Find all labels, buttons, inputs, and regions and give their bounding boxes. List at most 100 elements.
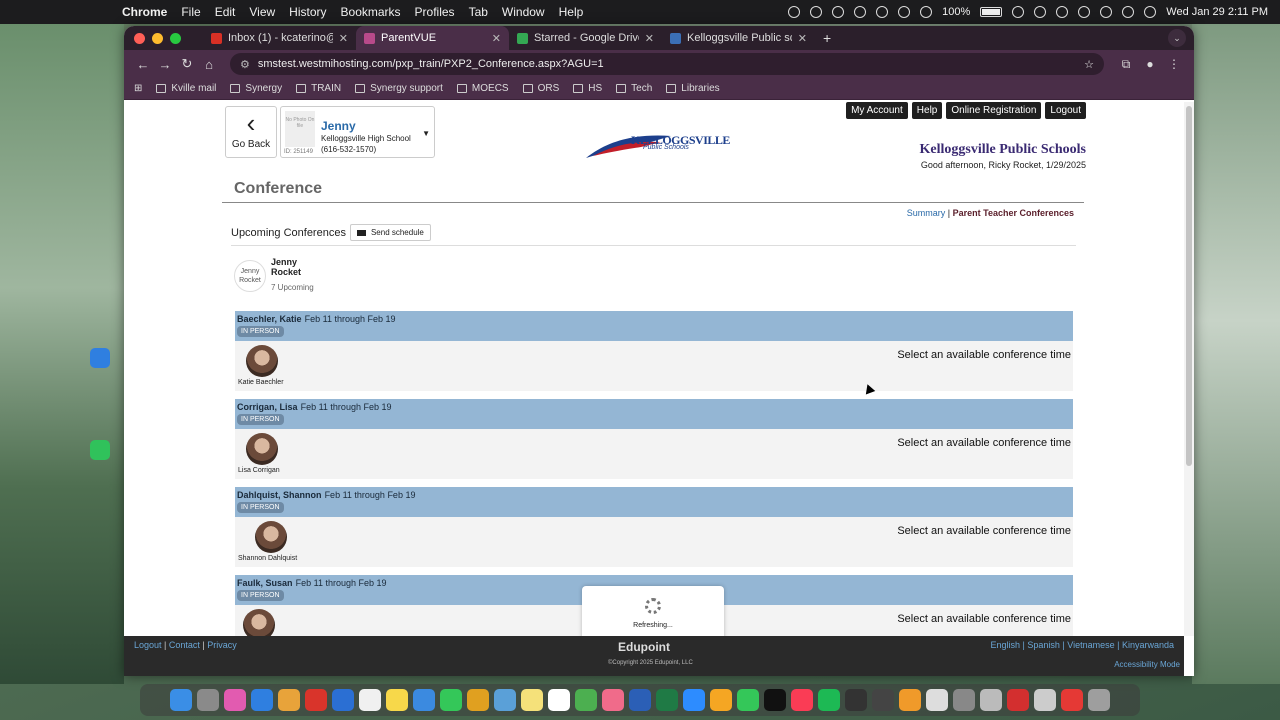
zoom-window-icon[interactable] [170,32,181,44]
menu-app-name[interactable]: Chrome [122,5,167,19]
home-icon[interactable]: ⌂ [198,57,220,72]
calendar-dock-icon[interactable] [359,689,381,711]
footer-privacy-link[interactable]: Privacy [207,640,237,650]
calendar-icon[interactable] [898,6,911,18]
record-icon[interactable] [788,6,801,18]
search-icon[interactable] [1100,6,1113,18]
launchpad-icon[interactable] [197,689,219,711]
caret-down-icon[interactable]: ▼ [422,129,430,138]
lang-kinyarwanda-link[interactable]: Kinyarwanda [1122,640,1174,650]
app-icon[interactable] [305,689,327,711]
app-icon[interactable] [467,689,489,711]
preview-icon[interactable] [1034,689,1056,711]
word-icon[interactable] [629,689,651,711]
reload-icon[interactable]: ↻ [176,56,198,72]
tab-kelloggsville[interactable]: Kelloggsville Public school - ✕ [662,26,815,50]
menu-bookmarks[interactable]: Bookmarks [341,5,401,19]
status-icon[interactable] [810,6,823,18]
my-account-button[interactable]: My Account [846,102,908,119]
user-icon[interactable] [1122,6,1135,18]
menu-profiles[interactable]: Profiles [415,5,455,19]
mail-dock-icon[interactable] [413,689,435,711]
menu-file[interactable]: File [181,5,200,19]
settings-icon[interactable] [953,689,975,711]
select-conference-time-link[interactable]: Select an available conference time [897,349,1071,361]
photos-icon[interactable] [602,689,624,711]
close-tab-icon[interactable]: ✕ [645,32,654,45]
app-icon[interactable] [926,689,948,711]
app-icon[interactable] [1061,689,1083,711]
bookmark-train[interactable]: TRAIN [296,83,341,94]
bookmark-folder-tech[interactable]: Tech [616,83,652,94]
profile-icon[interactable]: ● [1138,57,1162,71]
spotify-icon[interactable] [818,689,840,711]
mail-icon[interactable] [90,348,110,368]
footer-logout-link[interactable]: Logout [134,640,162,650]
student-selector[interactable]: No Photo On file ID: 251149 Jenny Kellog… [280,106,435,158]
battery-icon[interactable] [980,7,1003,17]
close-tab-icon[interactable]: ✕ [798,32,807,45]
messages-icon[interactable] [90,440,110,460]
close-tab-icon[interactable]: ✕ [339,32,348,45]
tab-search-icon[interactable]: ⌄ [1168,29,1186,47]
acrobat-icon[interactable] [1007,689,1029,711]
bookmark-ors[interactable]: ORS [522,83,559,94]
music-icon[interactable] [791,689,813,711]
books-icon[interactable] [899,689,921,711]
forward-icon[interactable]: → [154,57,176,72]
wifi-icon[interactable] [1056,6,1069,18]
new-tab-button[interactable]: + [823,30,831,46]
app-icon[interactable] [521,689,543,711]
app-icon[interactable] [872,689,894,711]
screen-mirror-icon[interactable] [1012,6,1025,18]
accessibility-mode-link[interactable]: Accessibility Mode [1114,660,1180,669]
bookmark-synergy-support[interactable]: Synergy support [355,83,443,94]
apple-icon[interactable] [96,5,108,19]
messages-dock-icon[interactable] [440,689,462,711]
menu-tab[interactable]: Tab [469,5,488,19]
menu-window[interactable]: Window [502,5,545,19]
tab-gmail[interactable]: Inbox (1) - kcaterino@kvillep ✕ [203,26,356,50]
bookmark-synergy[interactable]: Synergy [230,83,282,94]
safari-icon[interactable] [251,689,273,711]
close-tab-icon[interactable]: ✕ [492,32,501,45]
menu-history[interactable]: History [289,5,326,19]
clock-icon[interactable] [920,6,933,18]
menu-view[interactable]: View [249,5,275,19]
page-scrollbar[interactable] [1184,102,1194,636]
lang-english-link[interactable]: English [991,640,1021,650]
select-conference-time-link[interactable]: Select an available conference time [897,525,1071,537]
bookmark-folder-hs[interactable]: HS [573,83,602,94]
lang-spanish-link[interactable]: Spanish [1027,640,1060,650]
trash-icon[interactable] [1088,689,1110,711]
scrollbar-thumb[interactable] [1186,106,1192,466]
layers-icon[interactable] [854,6,867,18]
parent-teacher-conferences-link[interactable]: Parent Teacher Conferences [953,208,1074,218]
notes-icon[interactable] [386,689,408,711]
bluetooth-icon[interactable] [1034,6,1047,18]
site-info-icon[interactable]: ⚙ [240,58,250,71]
finder-icon[interactable] [170,689,192,711]
footer-contact-link[interactable]: Contact [169,640,200,650]
app-icon[interactable] [845,689,867,711]
app-icon[interactable] [494,689,516,711]
online-registration-button[interactable]: Online Registration [946,102,1042,119]
zoom-icon[interactable] [683,689,705,711]
go-back-button[interactable]: ‹ Go Back [225,106,277,158]
bookmark-folder-libraries[interactable]: Libraries [666,83,720,94]
menu-clock[interactable]: Wed Jan 29 2:11 PM [1166,6,1268,18]
broadcast-icon[interactable] [876,6,889,18]
excel-icon[interactable] [656,689,678,711]
apps-grid-icon[interactable]: ⊞ [134,83,142,94]
reminders-icon[interactable] [548,689,570,711]
bookmark-star-icon[interactable]: ☆ [1084,58,1094,71]
bookmark-moecs[interactable]: MOECS [456,83,509,94]
tv-icon[interactable] [764,689,786,711]
control-center-icon[interactable] [1078,6,1091,18]
minimize-window-icon[interactable] [152,32,163,44]
tab-google-drive[interactable]: Starred - Google Drive ✕ [509,26,662,50]
bookmark-kville-mail[interactable]: Kville mail [156,83,216,94]
lang-vietnamese-link[interactable]: Vietnamese [1067,640,1114,650]
select-conference-time-link[interactable]: Select an available conference time [897,437,1071,449]
facetime-icon[interactable] [737,689,759,711]
